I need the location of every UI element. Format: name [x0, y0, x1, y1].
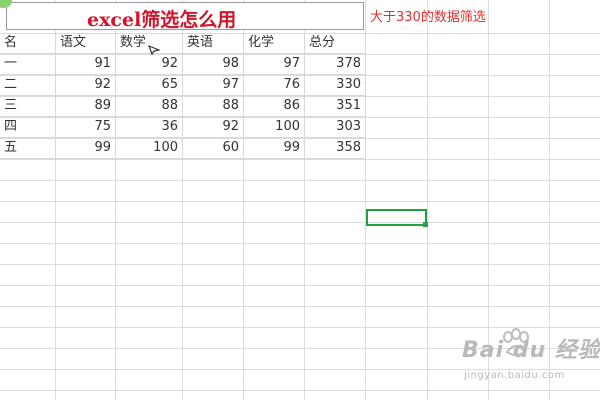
- row-gridline: [0, 306, 600, 307]
- row-gridline: [0, 369, 600, 370]
- fill-handle[interactable]: [423, 222, 428, 227]
- table-cell[interactable]: 60: [183, 138, 244, 159]
- table-cell[interactable]: 97: [183, 75, 244, 96]
- title-text: excel筛选怎么用: [87, 9, 237, 31]
- table-cell[interactable]: 88: [116, 96, 183, 117]
- row-gridline: [0, 180, 600, 181]
- header-cell-chemistry[interactable]: 化学: [244, 33, 305, 54]
- table-cell[interactable]: 65: [116, 75, 183, 96]
- table-cell[interactable]: 89: [56, 96, 116, 117]
- row-gridline: [0, 285, 600, 286]
- table-cell[interactable]: 98: [183, 54, 244, 75]
- row-gridline: [0, 159, 600, 160]
- header-cell-chinese[interactable]: 语文: [56, 33, 116, 54]
- table-cell[interactable]: 97: [244, 54, 305, 75]
- header-cell-total[interactable]: 总分: [305, 33, 366, 54]
- filter-note-text: 大于330的数据筛选: [370, 10, 486, 25]
- column-gridline: [427, 0, 428, 400]
- spreadsheet-grid[interactable]: 名 语文 数学 英语 化学 总分 一 91 92 98 97 378 二 92 65 97 76 33…: [0, 0, 600, 400]
- row-gridline: [0, 348, 600, 349]
- row-name-cell[interactable]: 五: [0, 138, 56, 159]
- table-cell[interactable]: 100: [244, 117, 305, 138]
- table-cell[interactable]: 99: [56, 138, 116, 159]
- table-cell[interactable]: 88: [183, 96, 244, 117]
- table-cell[interactable]: 99: [244, 138, 305, 159]
- table-cell[interactable]: 100: [116, 138, 183, 159]
- table-cell[interactable]: 36: [116, 117, 183, 138]
- row-name-cell[interactable]: 四: [0, 117, 56, 138]
- table-cell[interactable]: 358: [305, 138, 366, 159]
- row-gridline: [0, 201, 600, 202]
- column-gridline: [549, 0, 550, 400]
- row-gridline: [0, 222, 600, 223]
- table-cell[interactable]: 86: [244, 96, 305, 117]
- table-cell[interactable]: 303: [305, 117, 366, 138]
- row-gridline: [0, 390, 600, 391]
- table-cell[interactable]: 91: [56, 54, 116, 75]
- row-name-cell[interactable]: 三: [0, 96, 56, 117]
- row-gridline: [0, 243, 600, 244]
- header-cell-english[interactable]: 英语: [183, 33, 244, 54]
- table-cell[interactable]: 76: [244, 75, 305, 96]
- selected-cell[interactable]: [366, 209, 428, 227]
- row-gridline: [0, 327, 600, 328]
- row-name-cell[interactable]: 一: [0, 54, 56, 75]
- table-cell[interactable]: 330: [305, 75, 366, 96]
- table-cell[interactable]: 92: [56, 75, 116, 96]
- table-cell[interactable]: 92: [183, 117, 244, 138]
- row-gridline: [0, 264, 600, 265]
- table-cell[interactable]: 351: [305, 96, 366, 117]
- column-gridline: [488, 0, 489, 400]
- title-banner[interactable]: excel筛选怎么用: [6, 2, 364, 31]
- mouse-cursor-icon: [148, 45, 160, 55]
- table-cell[interactable]: 75: [56, 117, 116, 138]
- header-cell-name[interactable]: 名: [0, 33, 56, 54]
- row-name-cell[interactable]: 二: [0, 75, 56, 96]
- table-cell[interactable]: 378: [305, 54, 366, 75]
- table-cell[interactable]: 92: [116, 54, 183, 75]
